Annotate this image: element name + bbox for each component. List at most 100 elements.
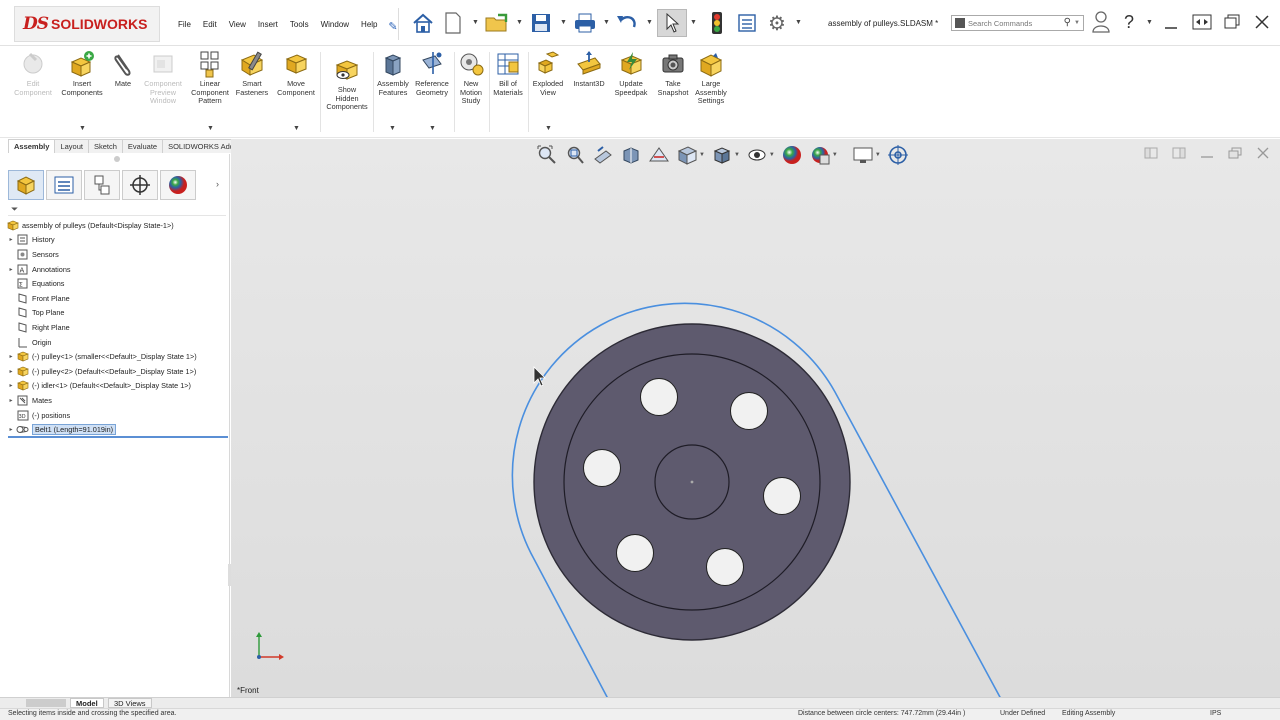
chevron-down-icon[interactable]: ▼	[795, 19, 802, 26]
expand-arrow-icon[interactable]: ▸	[6, 382, 16, 389]
search-commands-input[interactable]: Search Commands ⚲ ▼	[951, 15, 1084, 31]
tree-item[interactable]: ▸ History	[6, 233, 228, 248]
tree-item[interactable]: Top Plane	[6, 306, 228, 321]
tab-assembly[interactable]: Assembly	[8, 139, 56, 153]
search-icon[interactable]: ⚲	[1064, 17, 1071, 28]
insert-components-button[interactable]: Insert Components	[58, 50, 106, 97]
tree-filter[interactable]: ⏷	[8, 202, 226, 216]
tree-item[interactable]: Σ Equations	[6, 276, 228, 291]
open-folder-icon[interactable]	[484, 10, 510, 36]
chevron-down-icon[interactable]: ▼	[472, 19, 479, 26]
user-account-icon[interactable]	[1092, 11, 1110, 38]
chevron-down-icon[interactable]: ▼	[429, 125, 436, 132]
expand-arrow-icon[interactable]: ▸	[6, 397, 16, 404]
tab-layout[interactable]: Layout	[54, 139, 89, 153]
pulley[interactable]	[533, 323, 851, 641]
tab-sketch[interactable]: Sketch	[87, 139, 123, 153]
display-manager-tab[interactable]	[160, 170, 196, 200]
smart-fasteners-button[interactable]: Smart Fasteners	[233, 50, 271, 97]
tree-item[interactable]: ▸ (-) pulley<1> (smaller<<Default>_Displa…	[6, 349, 228, 364]
tree-item[interactable]: Front Plane	[6, 291, 228, 306]
feature-manager-tab[interactable]	[8, 170, 44, 200]
tree-item[interactable]: ▸ Mates	[6, 393, 228, 408]
menu-view[interactable]: View	[223, 17, 252, 32]
undo-icon[interactable]	[614, 10, 640, 36]
chevron-down-icon[interactable]: ▼	[1146, 19, 1153, 26]
panel-collapse-handle[interactable]	[114, 156, 120, 162]
file-properties-icon[interactable]	[734, 10, 760, 36]
expand-arrow-icon[interactable]: ▸	[6, 353, 16, 360]
tree-item[interactable]: ▸ (-) idler<1> (Default<<Default>_Display…	[6, 379, 228, 394]
assembly-features-button[interactable]: Assembly Features	[375, 50, 411, 97]
tree-item[interactable]: Right Plane	[6, 320, 228, 335]
tab-evaluate[interactable]: Evaluate	[121, 139, 164, 153]
minimize-icon[interactable]	[1164, 14, 1178, 35]
chevron-down-icon[interactable]: ▼	[516, 19, 523, 26]
instant3d-button[interactable]: Instant3D	[568, 50, 610, 89]
search-scope-icon[interactable]	[955, 18, 965, 28]
menu-insert[interactable]: Insert	[252, 17, 284, 32]
chevron-down-icon[interactable]: ▼	[690, 19, 697, 26]
expand-arrow-icon[interactable]: ▸	[6, 368, 16, 375]
chevron-down-icon[interactable]: ▼	[545, 125, 552, 132]
tree-item[interactable]: ▸ (-) pulley<2> (Default<<Default>_Displa…	[6, 364, 228, 379]
tab-3d-views[interactable]: 3D Views	[108, 698, 152, 708]
chevron-down-icon[interactable]: ▼	[207, 125, 214, 132]
expand-arrow-icon[interactable]: ▸	[6, 236, 16, 243]
chevron-down-icon[interactable]: ▼	[560, 19, 567, 26]
select-cursor-icon[interactable]	[657, 9, 687, 37]
rebuild-traffic-light-icon[interactable]	[704, 10, 730, 36]
menu-file[interactable]: File	[172, 17, 197, 32]
dimxpert-manager-tab[interactable]	[122, 170, 158, 200]
help-icon[interactable]: ?	[1124, 12, 1134, 33]
chevron-right-icon[interactable]: ›	[216, 179, 219, 189]
menu-window[interactable]: Window	[315, 17, 355, 32]
new-document-icon[interactable]	[440, 10, 466, 36]
tab-model[interactable]: Model	[70, 698, 104, 708]
menu-edit[interactable]: Edit	[197, 17, 223, 32]
move-component-button[interactable]: Move Component	[274, 50, 318, 97]
save-icon[interactable]	[528, 10, 554, 36]
tree-item[interactable]: ▸ A Annotations	[6, 262, 228, 277]
chevron-down-icon[interactable]: ▼	[79, 125, 86, 132]
chevron-down-icon[interactable]: ▼	[389, 125, 396, 132]
tree-root[interactable]: assembly of pulleys (Default<Display Sta…	[6, 218, 228, 233]
large-assembly-settings-button[interactable]: Large Assembly Settings	[693, 50, 729, 106]
tree-item[interactable]: Origin	[6, 335, 228, 350]
configuration-manager-tab[interactable]	[84, 170, 120, 200]
new-motion-study-button[interactable]: New Motion Study	[455, 50, 487, 106]
tab-scroll-arrows[interactable]	[26, 699, 66, 707]
exploded-view-button[interactable]: Exploded View	[529, 50, 567, 97]
menu-tools[interactable]: Tools	[284, 17, 315, 32]
reference-geometry-button[interactable]: Reference Geometry	[412, 50, 452, 97]
component-preview-window-button[interactable]: Component Preview Window	[140, 50, 186, 106]
mate-button[interactable]: Mate	[108, 50, 138, 89]
expand-arrow-icon[interactable]: ▸	[6, 426, 16, 433]
solidworks-logo[interactable]: DS SOLIDWORKS	[14, 6, 160, 42]
pin-icon[interactable]: ✎	[380, 13, 406, 39]
chevron-down-icon[interactable]: ▼	[293, 125, 300, 132]
graphics-area[interactable]: ▼ ▼ ▼ ▼ ▼ *Front	[231, 139, 1280, 697]
tree-item[interactable]: 3D (-) positions	[6, 408, 228, 423]
edit-component-button[interactable]: Edit Component	[8, 50, 58, 97]
status-units[interactable]: IPS	[1210, 710, 1221, 717]
tree-item[interactable]: ▸ Belt1 (Length=91.019in)	[6, 422, 228, 437]
take-snapshot-button[interactable]: Take Snapshot	[653, 50, 693, 97]
print-icon[interactable]	[572, 10, 598, 36]
close-icon[interactable]	[1254, 14, 1270, 35]
chevron-down-icon[interactable]: ▼	[1074, 20, 1080, 26]
chevron-down-icon[interactable]: ▼	[646, 19, 653, 26]
linear-component-pattern-button[interactable]: Linear Component Pattern	[188, 50, 232, 106]
property-manager-tab[interactable]	[46, 170, 82, 200]
update-speedpak-button[interactable]: Update Speedpak	[611, 50, 651, 97]
expand-arrow-icon[interactable]: ▸	[6, 266, 16, 273]
filter-funnel-icon[interactable]: ⏷	[11, 204, 18, 215]
chevron-down-icon[interactable]: ▼	[603, 19, 610, 26]
gear-icon[interactable]: ⚙	[764, 10, 790, 36]
bill-of-materials-button[interactable]: Bill of Materials	[490, 50, 526, 97]
home-icon[interactable]	[410, 10, 436, 36]
show-hidden-components-button[interactable]: Show Hidden Components	[322, 56, 372, 112]
tree-item[interactable]: Sensors	[6, 247, 228, 262]
restore-arrows-icon[interactable]	[1192, 14, 1212, 35]
maximize-icon[interactable]	[1224, 14, 1240, 35]
